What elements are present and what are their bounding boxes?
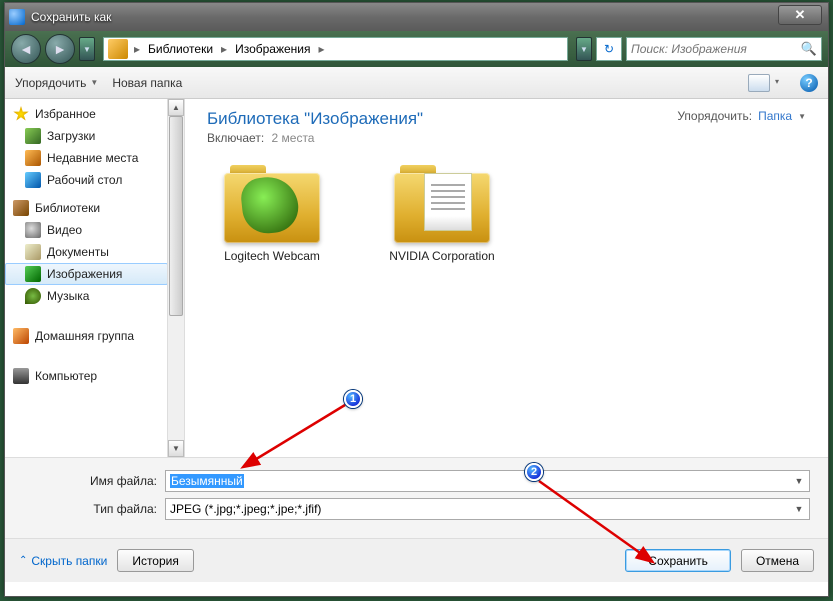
sidebar-libraries[interactable]: Библиотеки	[5, 197, 168, 219]
folder-nvidia-corporation[interactable]: NVIDIA Corporation	[377, 163, 507, 264]
chevron-down-icon[interactable]: ▼	[791, 473, 807, 489]
chevron-down-icon: ▼	[90, 78, 98, 87]
sidebar-documents[interactable]: Документы	[5, 241, 168, 263]
sidebar-favorites[interactable]: Избранное	[5, 103, 168, 125]
folder-icon	[224, 163, 320, 243]
back-button[interactable]: ◄	[11, 34, 41, 64]
sidebar-images[interactable]: Изображения	[5, 263, 168, 285]
history-button[interactable]: История	[117, 549, 194, 572]
folder-label: NVIDIA Corporation	[377, 249, 507, 264]
filename-panel: Имя файла: Безымянный ▼ Тип файла: JPEG …	[5, 457, 828, 538]
chevron-right-icon: ▸	[219, 42, 229, 56]
annotation-marker-2: 2	[525, 463, 543, 481]
arrange-by[interactable]: Упорядочить: Папка ▼	[677, 109, 806, 123]
sidebar-desktop[interactable]: Рабочий стол	[5, 169, 168, 191]
breadcrumb-dropdown[interactable]: ▼	[576, 37, 592, 61]
folder-label: Logitech Webcam	[207, 249, 337, 264]
file-list: Библиотека "Изображения" Включает: 2 мес…	[185, 99, 828, 457]
filename-input[interactable]: Безымянный ▼	[165, 470, 810, 492]
main-area: Избранное Загрузки Недавние места Рабочи…	[5, 99, 828, 457]
downloads-icon	[25, 128, 41, 144]
libraries-icon	[13, 200, 29, 216]
sidebar-homegroup[interactable]: Домашняя группа	[5, 325, 168, 347]
sidebar-scrollbar[interactable]: ▲ ▼	[167, 99, 184, 457]
hide-folders-link[interactable]: ⌃ Скрыть папки	[19, 554, 107, 568]
library-subtitle: Включает: 2 места	[207, 131, 423, 145]
chevron-down-icon[interactable]: ▼	[791, 501, 807, 517]
documents-icon	[25, 244, 41, 260]
library-title: Библиотека "Изображения"	[207, 109, 423, 129]
scroll-down-button[interactable]: ▼	[168, 440, 184, 457]
breadcrumb[interactable]: ▸ Библиотеки ▸ Изображения ▸	[103, 37, 568, 61]
sidebar-recent[interactable]: Недавние места	[5, 147, 168, 169]
location-icon	[108, 39, 128, 59]
locations-link[interactable]: 2 места	[272, 131, 315, 145]
filetype-value: JPEG (*.jpg;*.jpeg;*.jpe;*.jfif)	[170, 502, 321, 516]
organize-menu[interactable]: Упорядочить ▼	[15, 76, 98, 90]
search-input[interactable]	[631, 42, 801, 56]
app-icon	[9, 9, 25, 25]
filename-label: Имя файла:	[23, 474, 165, 488]
scroll-up-button[interactable]: ▲	[168, 99, 184, 116]
save-button[interactable]: Сохранить	[625, 549, 731, 572]
scroll-thumb[interactable]	[169, 116, 183, 316]
cancel-button[interactable]: Отмена	[741, 549, 814, 572]
footer: ⌃ Скрыть папки История Сохранить Отмена	[5, 538, 828, 582]
view-mode-button[interactable]	[748, 74, 770, 92]
titlebar: Сохранить как ✕	[5, 3, 828, 31]
sidebar-music[interactable]: Музыка	[5, 285, 168, 307]
forward-button[interactable]: ►	[45, 34, 75, 64]
new-folder-label: Новая папка	[112, 76, 182, 90]
sidebar-computer[interactable]: Компьютер	[5, 365, 168, 387]
desktop-icon	[25, 172, 41, 188]
window-title: Сохранить как	[31, 10, 111, 24]
search-box[interactable]: 🔍	[626, 37, 822, 61]
filetype-label: Тип файла:	[23, 502, 165, 516]
folder-logitech-webcam[interactable]: Logitech Webcam	[207, 163, 337, 264]
chevron-down-icon: ▼	[798, 112, 806, 121]
sidebar-downloads[interactable]: Загрузки	[5, 125, 168, 147]
breadcrumb-libraries[interactable]: Библиотеки	[142, 38, 219, 60]
organize-label: Упорядочить	[15, 76, 86, 90]
refresh-button[interactable]: ↻	[596, 37, 622, 61]
filetype-select[interactable]: JPEG (*.jpg;*.jpeg;*.jpe;*.jfif) ▼	[165, 498, 810, 520]
chevron-right-icon: ▸	[132, 42, 142, 56]
new-folder-button[interactable]: Новая папка	[112, 76, 182, 90]
filename-value: Безымянный	[170, 474, 244, 488]
annotation-marker-1: 1	[344, 390, 362, 408]
help-button[interactable]: ?	[800, 74, 818, 92]
music-icon	[25, 288, 41, 304]
video-icon	[25, 222, 41, 238]
sidebar: Избранное Загрузки Недавние места Рабочи…	[5, 99, 185, 457]
folder-thumbnail	[424, 173, 472, 231]
homegroup-icon	[13, 328, 29, 344]
star-icon	[13, 106, 29, 122]
history-dropdown[interactable]: ▼	[79, 37, 95, 61]
images-icon	[25, 266, 41, 282]
save-as-dialog: Сохранить как ✕ ◄ ► ▼ ▸ Библиотеки ▸ Изо…	[4, 2, 829, 597]
toolbar: Упорядочить ▼ Новая папка ?	[5, 67, 828, 99]
breadcrumb-images[interactable]: Изображения	[229, 38, 316, 60]
nav-bar: ◄ ► ▼ ▸ Библиотеки ▸ Изображения ▸ ▼ ↻ 🔍	[5, 31, 828, 67]
folder-icon	[394, 163, 490, 243]
computer-icon	[13, 368, 29, 384]
recent-icon	[25, 150, 41, 166]
chevron-right-icon: ▸	[317, 42, 327, 56]
search-icon: 🔍	[801, 41, 817, 57]
close-button[interactable]: ✕	[778, 5, 822, 25]
chevron-up-icon: ⌃	[19, 555, 27, 566]
sidebar-video[interactable]: Видео	[5, 219, 168, 241]
